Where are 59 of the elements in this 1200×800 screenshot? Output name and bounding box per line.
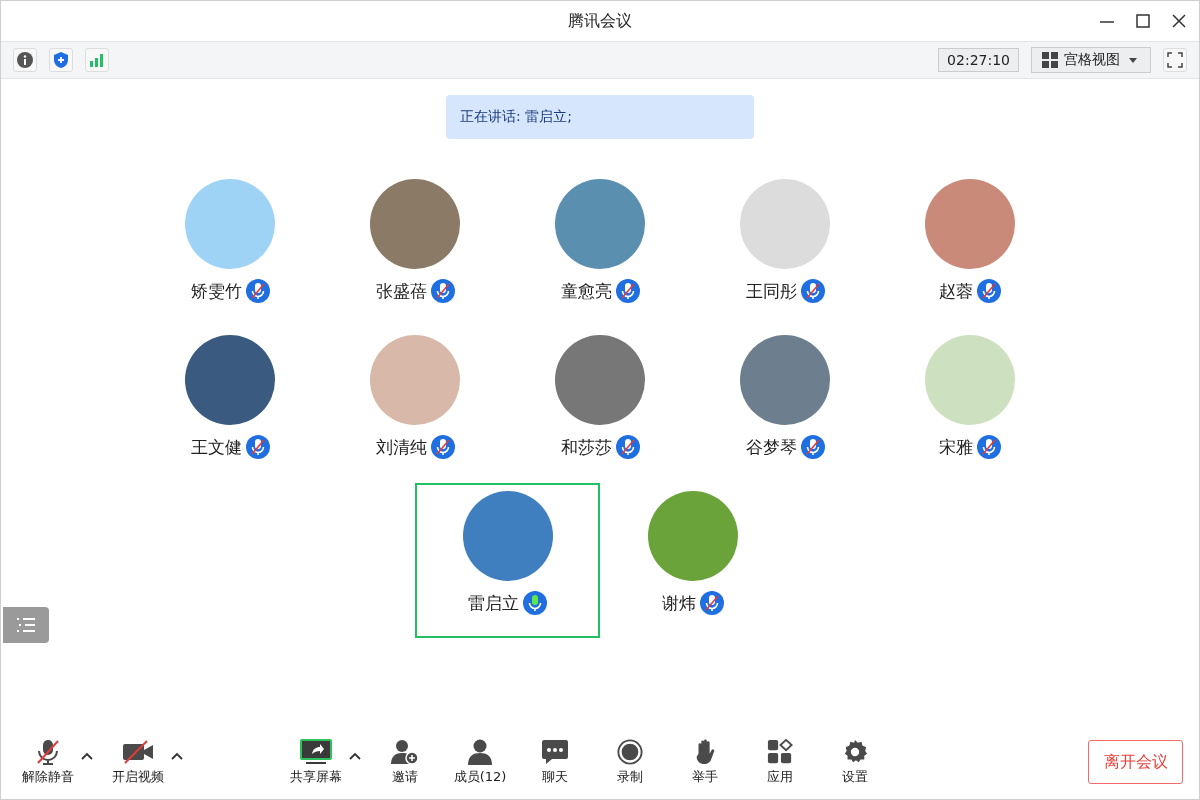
muted-microphone-icon bbox=[977, 435, 1001, 459]
shield-icon[interactable] bbox=[53, 51, 69, 69]
meeting-timer: 02:27:10 bbox=[938, 48, 1019, 72]
participant-name: 王文健 bbox=[190, 435, 242, 459]
muted-microphone-icon bbox=[245, 435, 270, 459]
participant-name: 张盛蓓 bbox=[375, 279, 427, 303]
dropdown-arrow-icon bbox=[1126, 55, 1140, 65]
toolbar-button[interactable]: 开启视频 bbox=[107, 738, 169, 786]
toolbar-button[interactable]: 设置 bbox=[824, 738, 886, 786]
toolbar-button[interactable]: 成员(12) bbox=[449, 738, 511, 786]
participant-name: 矫雯竹 bbox=[190, 279, 242, 303]
participant-name: 王同彤 bbox=[745, 279, 797, 303]
window-title: 腾讯会议 bbox=[568, 10, 632, 32]
view-mode-dropdown[interactable]: 宫格视图 bbox=[1031, 47, 1151, 73]
toolbar-button[interactable]: 聊天 bbox=[524, 738, 586, 786]
participant-name: 雷启立 bbox=[468, 591, 519, 615]
muted-microphone-icon bbox=[615, 435, 640, 459]
maximize-icon[interactable] bbox=[1135, 13, 1151, 29]
participant-name: 和莎莎 bbox=[560, 435, 612, 459]
chat-bubble-icon bbox=[541, 738, 569, 765]
fullscreen-icon[interactable] bbox=[1167, 52, 1183, 68]
participant-name: 赵蓉 bbox=[939, 279, 973, 303]
muted-microphone-icon bbox=[430, 279, 455, 303]
leave-meeting-button[interactable]: 离开会议 bbox=[1088, 740, 1183, 784]
share-screen-icon bbox=[300, 738, 332, 765]
speaking-indicator: 正在讲话: 雷启立; bbox=[446, 95, 754, 139]
muted-microphone-icon bbox=[800, 435, 825, 459]
toolbar-button[interactable]: 举手 bbox=[674, 738, 736, 786]
add-person-icon bbox=[391, 738, 419, 765]
toolbar-button[interactable]: 邀请 bbox=[374, 738, 436, 786]
active-microphone-icon bbox=[523, 591, 547, 615]
participant-name: 谢炜 bbox=[661, 591, 696, 615]
muted-microphone-icon bbox=[430, 435, 455, 459]
muted-camera-icon bbox=[122, 738, 154, 765]
apps-grid-icon bbox=[766, 738, 794, 765]
grid-view-icon bbox=[1042, 52, 1058, 68]
muted-microphone-icon bbox=[699, 591, 724, 615]
toolbar-button[interactable]: 共享屏幕 bbox=[285, 738, 347, 786]
caret-up-icon[interactable] bbox=[349, 752, 361, 760]
record-icon bbox=[616, 738, 644, 765]
participant-name: 刘清纯 bbox=[375, 435, 427, 459]
muted-microphone-icon bbox=[800, 279, 825, 303]
list-toggle-button[interactable] bbox=[3, 607, 49, 643]
toolbar-button[interactable]: 解除静音 bbox=[17, 738, 79, 786]
participant-name: 童愈亮 bbox=[560, 279, 612, 303]
person-icon bbox=[466, 738, 494, 765]
muted-microphone-icon bbox=[977, 279, 1001, 303]
muted-microphone-icon bbox=[36, 738, 60, 765]
toolbar-button[interactable]: 应用 bbox=[749, 738, 811, 786]
toolbar-button[interactable]: 录制 bbox=[599, 738, 661, 786]
muted-microphone-icon bbox=[245, 279, 270, 303]
muted-microphone-icon bbox=[615, 279, 640, 303]
participant-name: 宋雅 bbox=[939, 435, 973, 459]
caret-up-icon[interactable] bbox=[171, 752, 183, 760]
caret-up-icon[interactable] bbox=[81, 752, 93, 760]
info-icon[interactable] bbox=[17, 52, 33, 68]
participant-name: 谷梦琴 bbox=[745, 435, 797, 459]
close-icon[interactable] bbox=[1171, 13, 1187, 29]
list-icon bbox=[16, 617, 36, 633]
